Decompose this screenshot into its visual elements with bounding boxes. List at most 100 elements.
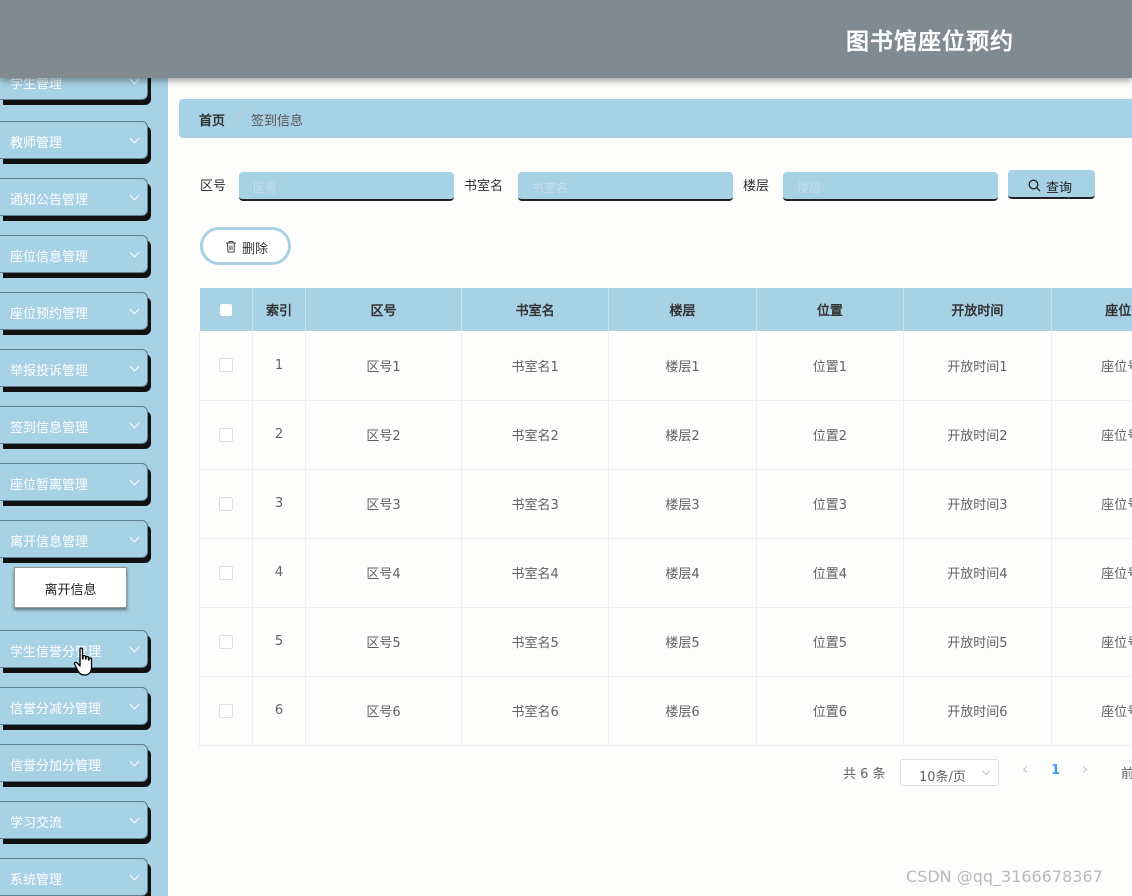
sidebar-item-label: 教师管理 bbox=[10, 136, 63, 151]
trash-icon bbox=[226, 241, 236, 253]
search-icon bbox=[1028, 179, 1041, 192]
select-all-checkbox[interactable] bbox=[219, 303, 232, 316]
table-cell: 楼层3 bbox=[608, 469, 757, 539]
page-size-select[interactable]: 10条/页 bbox=[900, 759, 999, 786]
table-cell: 书室名6 bbox=[461, 676, 610, 746]
table-cell: 开放时间4 bbox=[903, 538, 1052, 608]
sidebar-item-study[interactable]: 学习交流 bbox=[0, 801, 148, 839]
table-cell: 区号6 bbox=[305, 676, 462, 746]
row-checkbox[interactable] bbox=[219, 703, 233, 718]
sidebar-item-leave[interactable]: 离开信息管理 bbox=[0, 520, 148, 558]
table-cell: 座位号4 bbox=[1051, 538, 1132, 608]
table-row[interactable]: 3 区号3 书室名3 楼层3 位置3 开放时间3 座位号3 bbox=[199, 469, 1132, 539]
breadcrumb-current: 签到信息 bbox=[251, 114, 304, 129]
sidebar-item-label: 离开信息管理 bbox=[10, 535, 89, 550]
sidebar-item-seat-away[interactable]: 座位暂离管理 bbox=[0, 463, 148, 501]
chevron-down-icon bbox=[129, 699, 140, 710]
row-checkbox[interactable] bbox=[219, 634, 233, 649]
row-checkbox[interactable] bbox=[219, 496, 233, 511]
table-row[interactable]: 5 区号5 书室名5 楼层5 位置5 开放时间5 座位号5 bbox=[199, 607, 1132, 677]
table-cell: 楼层6 bbox=[608, 676, 757, 746]
sidebar-item-label: 座位预约管理 bbox=[10, 307, 89, 322]
breadcrumb-home[interactable]: 首页 bbox=[199, 110, 225, 129]
chevron-down-icon bbox=[129, 813, 140, 824]
column-header: 楼层 bbox=[608, 288, 757, 331]
table-row[interactable]: 4 区号4 书室名4 楼层4 位置4 开放时间4 座位号4 bbox=[199, 538, 1132, 608]
sidebar-item-label: 信誉分加分管理 bbox=[10, 759, 102, 774]
sidebar-item-system[interactable]: 系统管理 bbox=[0, 858, 148, 896]
data-table: 索引 区号 书室名 楼层 位置 开放时间 座位号 1 区号1 书室名1 楼层1 … bbox=[199, 288, 1132, 746]
table-cell: 书室名3 bbox=[461, 469, 610, 539]
table-cell: 位置2 bbox=[756, 400, 905, 470]
row-select-cell bbox=[199, 331, 254, 401]
column-header: 书室名 bbox=[461, 288, 610, 331]
row-checkbox[interactable] bbox=[219, 427, 233, 442]
table-cell: 开放时间3 bbox=[903, 469, 1052, 539]
table-cell: 区号3 bbox=[305, 469, 462, 539]
breadcrumb-separator: / bbox=[237, 110, 242, 125]
search-label-floor: 楼层 bbox=[743, 179, 770, 194]
table-row[interactable]: 2 区号2 书室名2 楼层2 位置2 开放时间2 座位号2 bbox=[199, 400, 1132, 470]
page-number-current[interactable]: 1 bbox=[1051, 763, 1060, 778]
column-header: 开放时间 bbox=[903, 288, 1052, 331]
table-cell: 开放时间1 bbox=[903, 331, 1052, 401]
table-cell: 开放时间5 bbox=[903, 607, 1052, 677]
table-cell: 书室名1 bbox=[461, 331, 610, 401]
table-row[interactable]: 1 区号1 书室名1 楼层1 位置1 开放时间1 座位号1 bbox=[199, 331, 1132, 401]
table-cell: 开放时间2 bbox=[903, 400, 1052, 470]
query-button-label: 查询 bbox=[1046, 181, 1073, 196]
sidebar-item-credit-plus[interactable]: 信誉分加分管理 bbox=[0, 744, 148, 782]
table-cell: 4 bbox=[252, 538, 307, 608]
chevron-down-icon bbox=[129, 247, 140, 258]
query-button[interactable]: 查询 bbox=[1008, 170, 1095, 199]
sidebar-item-report[interactable]: 举报投诉管理 bbox=[0, 349, 148, 387]
table-cell: 位置1 bbox=[756, 331, 905, 401]
sidebar-item-checkin[interactable]: 签到信息管理 bbox=[0, 406, 148, 444]
column-header: 位置 bbox=[756, 288, 905, 331]
table-cell: 开放时间6 bbox=[903, 676, 1052, 746]
table-cell: 区号1 bbox=[305, 331, 462, 401]
prev-page-button[interactable]: ‹ bbox=[1022, 760, 1028, 778]
table-cell: 座位号1 bbox=[1051, 331, 1132, 401]
delete-button-label: 删除 bbox=[242, 242, 269, 257]
sidebar-item-label: 座位暂离管理 bbox=[10, 478, 89, 493]
column-header: 区号 bbox=[305, 288, 462, 331]
table-cell: 3 bbox=[252, 469, 307, 539]
sidebar-item-teacher[interactable]: 教师管理 bbox=[0, 121, 148, 159]
table-cell: 座位号5 bbox=[1051, 607, 1132, 677]
table-cell: 位置6 bbox=[756, 676, 905, 746]
pagination-total: 共 6 条 bbox=[843, 767, 886, 782]
chevron-down-icon bbox=[129, 304, 140, 315]
sidebar-item-label: 举报投诉管理 bbox=[10, 364, 89, 379]
sidebar-item-label: 信誉分减分管理 bbox=[10, 702, 102, 717]
table-cell: 书室名4 bbox=[461, 538, 610, 608]
table-cell: 5 bbox=[252, 607, 307, 677]
delete-button[interactable]: 删除 bbox=[200, 227, 291, 265]
app-title: 图书馆座位预约 bbox=[846, 29, 1014, 55]
sidebar-item-credit-minus[interactable]: 信誉分减分管理 bbox=[0, 687, 148, 725]
search-input-room[interactable]: 书室名 bbox=[518, 172, 733, 201]
sidebar-item-seat-booking[interactable]: 座位预约管理 bbox=[0, 292, 148, 330]
table-cell: 楼层1 bbox=[608, 331, 757, 401]
top-header: 图书馆座位预约 bbox=[0, 0, 1132, 78]
page-size-value: 10条/页 bbox=[919, 770, 966, 785]
submenu-item-leave-info[interactable]: 离开信息 bbox=[14, 567, 127, 608]
row-checkbox[interactable] bbox=[219, 565, 233, 580]
sidebar-item-label: 系统管理 bbox=[10, 873, 63, 888]
table-row[interactable]: 6 区号6 书室名6 楼层6 位置6 开放时间6 座位号6 bbox=[199, 676, 1132, 746]
next-page-button[interactable]: › bbox=[1082, 760, 1088, 778]
search-placeholder: 区号 bbox=[253, 181, 278, 195]
table-cell: 2 bbox=[252, 400, 307, 470]
sidebar: 学生管理 教师管理 通知公告管理 座位信息管理 座位预约管理 举报投诉管理 签到… bbox=[0, 62, 168, 896]
sidebar-item-notice[interactable]: 通知公告管理 bbox=[0, 178, 148, 216]
search-input-floor[interactable]: 楼层 bbox=[783, 172, 998, 201]
table-cell: 1 bbox=[252, 331, 307, 401]
chevron-down-icon bbox=[129, 418, 140, 429]
table-cell: 楼层2 bbox=[608, 400, 757, 470]
search-input-zone[interactable]: 区号 bbox=[239, 172, 454, 201]
sidebar-item-seat-info[interactable]: 座位信息管理 bbox=[0, 235, 148, 273]
chevron-down-icon bbox=[129, 361, 140, 372]
table-cell: 位置3 bbox=[756, 469, 905, 539]
column-header: 索引 bbox=[252, 288, 307, 331]
row-checkbox[interactable] bbox=[219, 358, 233, 373]
